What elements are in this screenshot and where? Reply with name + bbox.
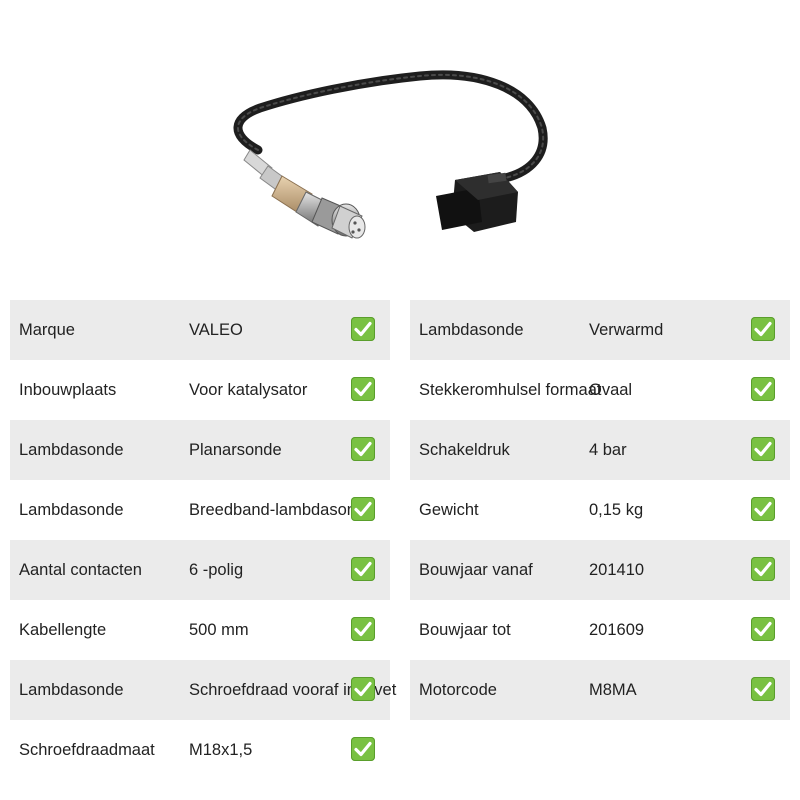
check-icon (351, 497, 375, 521)
product-image (233, 70, 548, 239)
spec-label: Gewicht (419, 501, 479, 519)
check-icon (351, 437, 375, 461)
check-icon (751, 437, 775, 461)
spec-value: M18x1,5 (189, 741, 253, 759)
spec-label: Inbouwplaats (19, 381, 117, 399)
spec-value: Ovaal (589, 381, 633, 399)
spec-value: Voor katalysator (189, 381, 308, 399)
check-icon (751, 497, 775, 521)
spec-row: Bouwjaar vanaf 201410 (410, 540, 790, 600)
spec-value: Planarsonde (189, 441, 282, 459)
check-icon (751, 617, 775, 641)
spec-value: VALEO (189, 321, 243, 339)
spec-label: Lambdasonde (19, 501, 124, 519)
spec-value: 4 bar (589, 441, 627, 459)
check-icon (351, 677, 375, 701)
spec-row: Bouwjaar tot 201609 (410, 600, 790, 660)
spec-row: Motorcode M8MA (410, 660, 790, 720)
sensor-body (243, 149, 366, 239)
spec-row: Lambdasonde Verwarmd (410, 300, 790, 360)
check-icon (351, 557, 375, 581)
spec-row: Kabellengte 500 mm (10, 600, 390, 660)
spec-row: Lambdasonde Schroefdraad vooraf ingevet (10, 660, 396, 720)
spec-label: Aantal contacten (19, 561, 142, 579)
spec-label: Motorcode (419, 681, 497, 699)
spec-value: 201609 (589, 621, 645, 639)
spec-label: Schakeldruk (419, 441, 510, 459)
check-icon (351, 737, 375, 761)
spec-label: Bouwjaar tot (419, 621, 511, 639)
spec-label: Lambdasonde (19, 441, 124, 459)
check-icon (751, 677, 775, 701)
check-icon (751, 317, 775, 341)
spec-row: Marque VALEO (10, 300, 390, 360)
check-icon (751, 377, 775, 401)
spec-label: Stekkeromhulsel formaat (419, 381, 602, 399)
spec-label: Bouwjaar vanaf (419, 561, 533, 579)
sensor-connector (436, 172, 518, 232)
check-icon (351, 377, 375, 401)
spec-value: 6 -polig (189, 561, 244, 579)
sensor-cable (233, 70, 548, 183)
spec-value: 201410 (589, 561, 645, 579)
spec-row: Gewicht 0,15 kg (410, 480, 790, 540)
specs-table-left: Marque VALEO Inbouwplaats Voor katalysator L… (10, 300, 396, 780)
spec-label: Lambdasonde (419, 321, 524, 339)
spec-value: 500 mm (189, 621, 249, 639)
spec-row: Aantal contacten 6 -polig (10, 540, 390, 600)
spec-value: M8MA (589, 681, 637, 699)
spec-value: 0,15 kg (589, 501, 644, 519)
spec-label: Schroefdraadmaat (19, 741, 155, 759)
spec-row: Schroefdraadmaat M18x1,5 (10, 720, 390, 780)
spec-label: Kabellengte (19, 621, 107, 639)
spec-row: Lambdasonde Planarsonde (10, 420, 390, 480)
check-icon (351, 617, 375, 641)
specs-table-right: Lambdasonde Verwarmd Stekkeromhulsel forma… (410, 300, 790, 720)
spec-label: Lambdasonde (19, 681, 124, 699)
spec-row: Lambdasonde Breedband-lambdasonde (10, 480, 390, 540)
spec-value: Breedband-lambdasonde (189, 501, 375, 519)
spec-value: Verwarmd (589, 321, 664, 339)
spec-label: Marque (19, 321, 75, 339)
spec-row: Stekkeromhulsel formaat Ovaal (410, 360, 790, 420)
check-icon (351, 317, 375, 341)
spec-row: Inbouwplaats Voor katalysator (10, 360, 390, 420)
spec-row: Schakeldruk 4 bar (410, 420, 790, 480)
check-icon (751, 557, 775, 581)
